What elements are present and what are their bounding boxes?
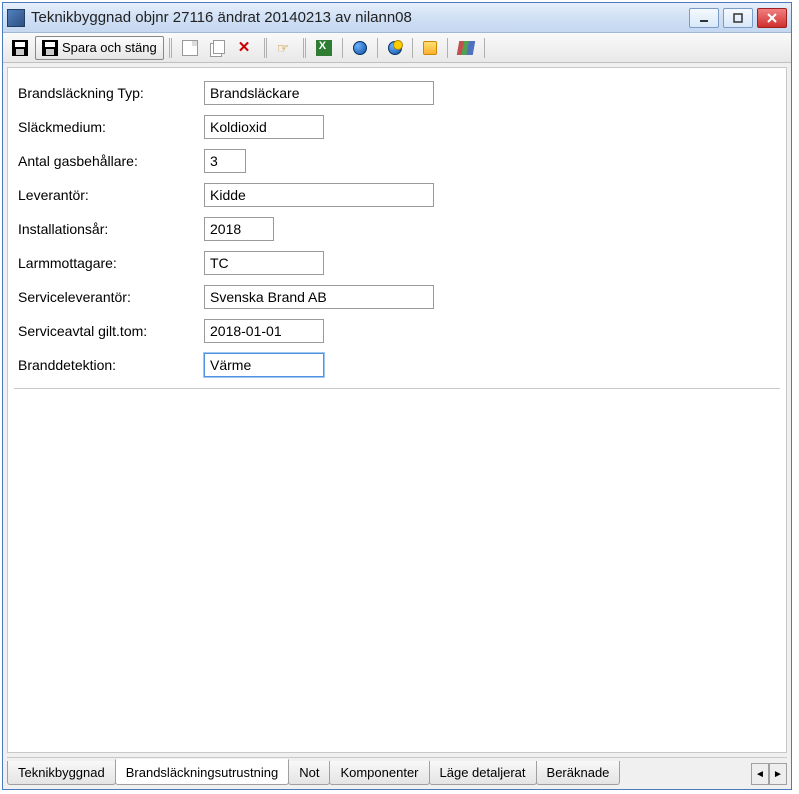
save-button[interactable] [7,36,33,60]
content-panel: Brandsläckning Typ: Släckmedium: Antal gas… [7,67,787,753]
toolbar: Spara och stäng ✕ ☞ [3,33,791,63]
excel-button[interactable] [311,36,337,60]
titlebar: Teknikbyggnad objnr 27116 ändrat 2014021… [3,3,791,33]
delete-icon: ✕ [238,40,254,56]
toolbar-separator [412,38,413,58]
delete-button[interactable]: ✕ [233,36,259,60]
form-row: Larmmottagare: [14,246,780,280]
save-close-label: Spara och stäng [62,40,157,55]
close-button[interactable] [757,8,787,28]
form-row: Installationsår: [14,212,780,246]
sun-icon [423,41,437,55]
tab[interactable]: Läge detaljerat [429,761,537,785]
tab[interactable]: Brandsläckningsutrustning [115,759,289,785]
field-input[interactable] [204,149,246,173]
floppy-icon [42,40,58,56]
maximize-button[interactable] [723,8,753,28]
field-input[interactable] [204,319,324,343]
tab-scroll-right[interactable]: ► [769,763,787,785]
toolbar-separator [264,38,267,58]
form-row: Serviceleverantör: [14,280,780,314]
window-title: Teknikbyggnad objnr 27116 ändrat 2014021… [31,9,689,26]
globe-button[interactable] [348,36,372,60]
field-input[interactable] [204,217,274,241]
new-button[interactable] [177,36,203,60]
field-input[interactable] [204,81,434,105]
save-and-close-button[interactable]: Spara och stäng [35,36,164,60]
form-area: Brandsläckning Typ: Släckmedium: Antal gas… [14,76,780,389]
minimize-button[interactable] [689,8,719,28]
field-label: Installationsår: [14,221,204,237]
form-row: Leverantör: [14,178,780,212]
field-label: Serviceleverantör: [14,289,204,305]
copy-icon [210,40,226,56]
field-input[interactable] [204,285,434,309]
library-button[interactable] [453,36,479,60]
globe-star-icon [388,41,402,55]
tab-scroll: ◄► [751,763,787,785]
toolbar-separator [303,38,306,58]
close-icon [767,13,777,23]
maximize-icon [733,13,743,23]
window-buttons [689,8,787,28]
globe-star-button[interactable] [383,36,407,60]
new-doc-icon [182,40,198,56]
form-row: Branddetektion: [14,348,780,382]
point-button[interactable]: ☞ [272,36,298,60]
app-icon [7,9,25,27]
field-input[interactable] [204,353,324,377]
toolbar-separator [342,38,343,58]
form-row: Antal gasbehållare: [14,144,780,178]
weather-button[interactable] [418,36,442,60]
form-row: Serviceavtal gilt.tom: [14,314,780,348]
copy-button[interactable] [205,36,231,60]
field-label: Antal gasbehållare: [14,153,204,169]
pointer-icon: ☞ [277,40,293,56]
books-icon [456,41,474,55]
toolbar-separator [169,38,172,58]
globe-icon [353,41,367,55]
field-input[interactable] [204,251,324,275]
field-label: Branddetektion: [14,357,204,373]
tab[interactable]: Komponenter [329,761,429,785]
tab[interactable]: Beräknade [536,761,621,785]
form-row: Släckmedium: [14,110,780,144]
field-label: Larmmottagare: [14,255,204,271]
excel-icon [316,40,332,56]
field-input[interactable] [204,115,324,139]
toolbar-separator [447,38,448,58]
field-label: Brandsläckning Typ: [14,85,204,101]
field-label: Leverantör: [14,187,204,203]
tab[interactable]: Teknikbyggnad [7,761,116,785]
tab-bar: TeknikbyggnadBrandsläckningsutrustningNo… [7,757,787,785]
tab[interactable]: Not [288,761,330,785]
tab-scroll-left[interactable]: ◄ [751,763,769,785]
empty-area [14,389,780,744]
floppy-icon [12,40,28,56]
form-row: Brandsläckning Typ: [14,76,780,110]
toolbar-separator [377,38,378,58]
field-label: Släckmedium: [14,119,204,135]
field-label: Serviceavtal gilt.tom: [14,323,204,339]
field-input[interactable] [204,183,434,207]
toolbar-separator [484,38,485,58]
minimize-icon [699,13,709,23]
main-window: Teknikbyggnad objnr 27116 ändrat 2014021… [2,2,792,790]
